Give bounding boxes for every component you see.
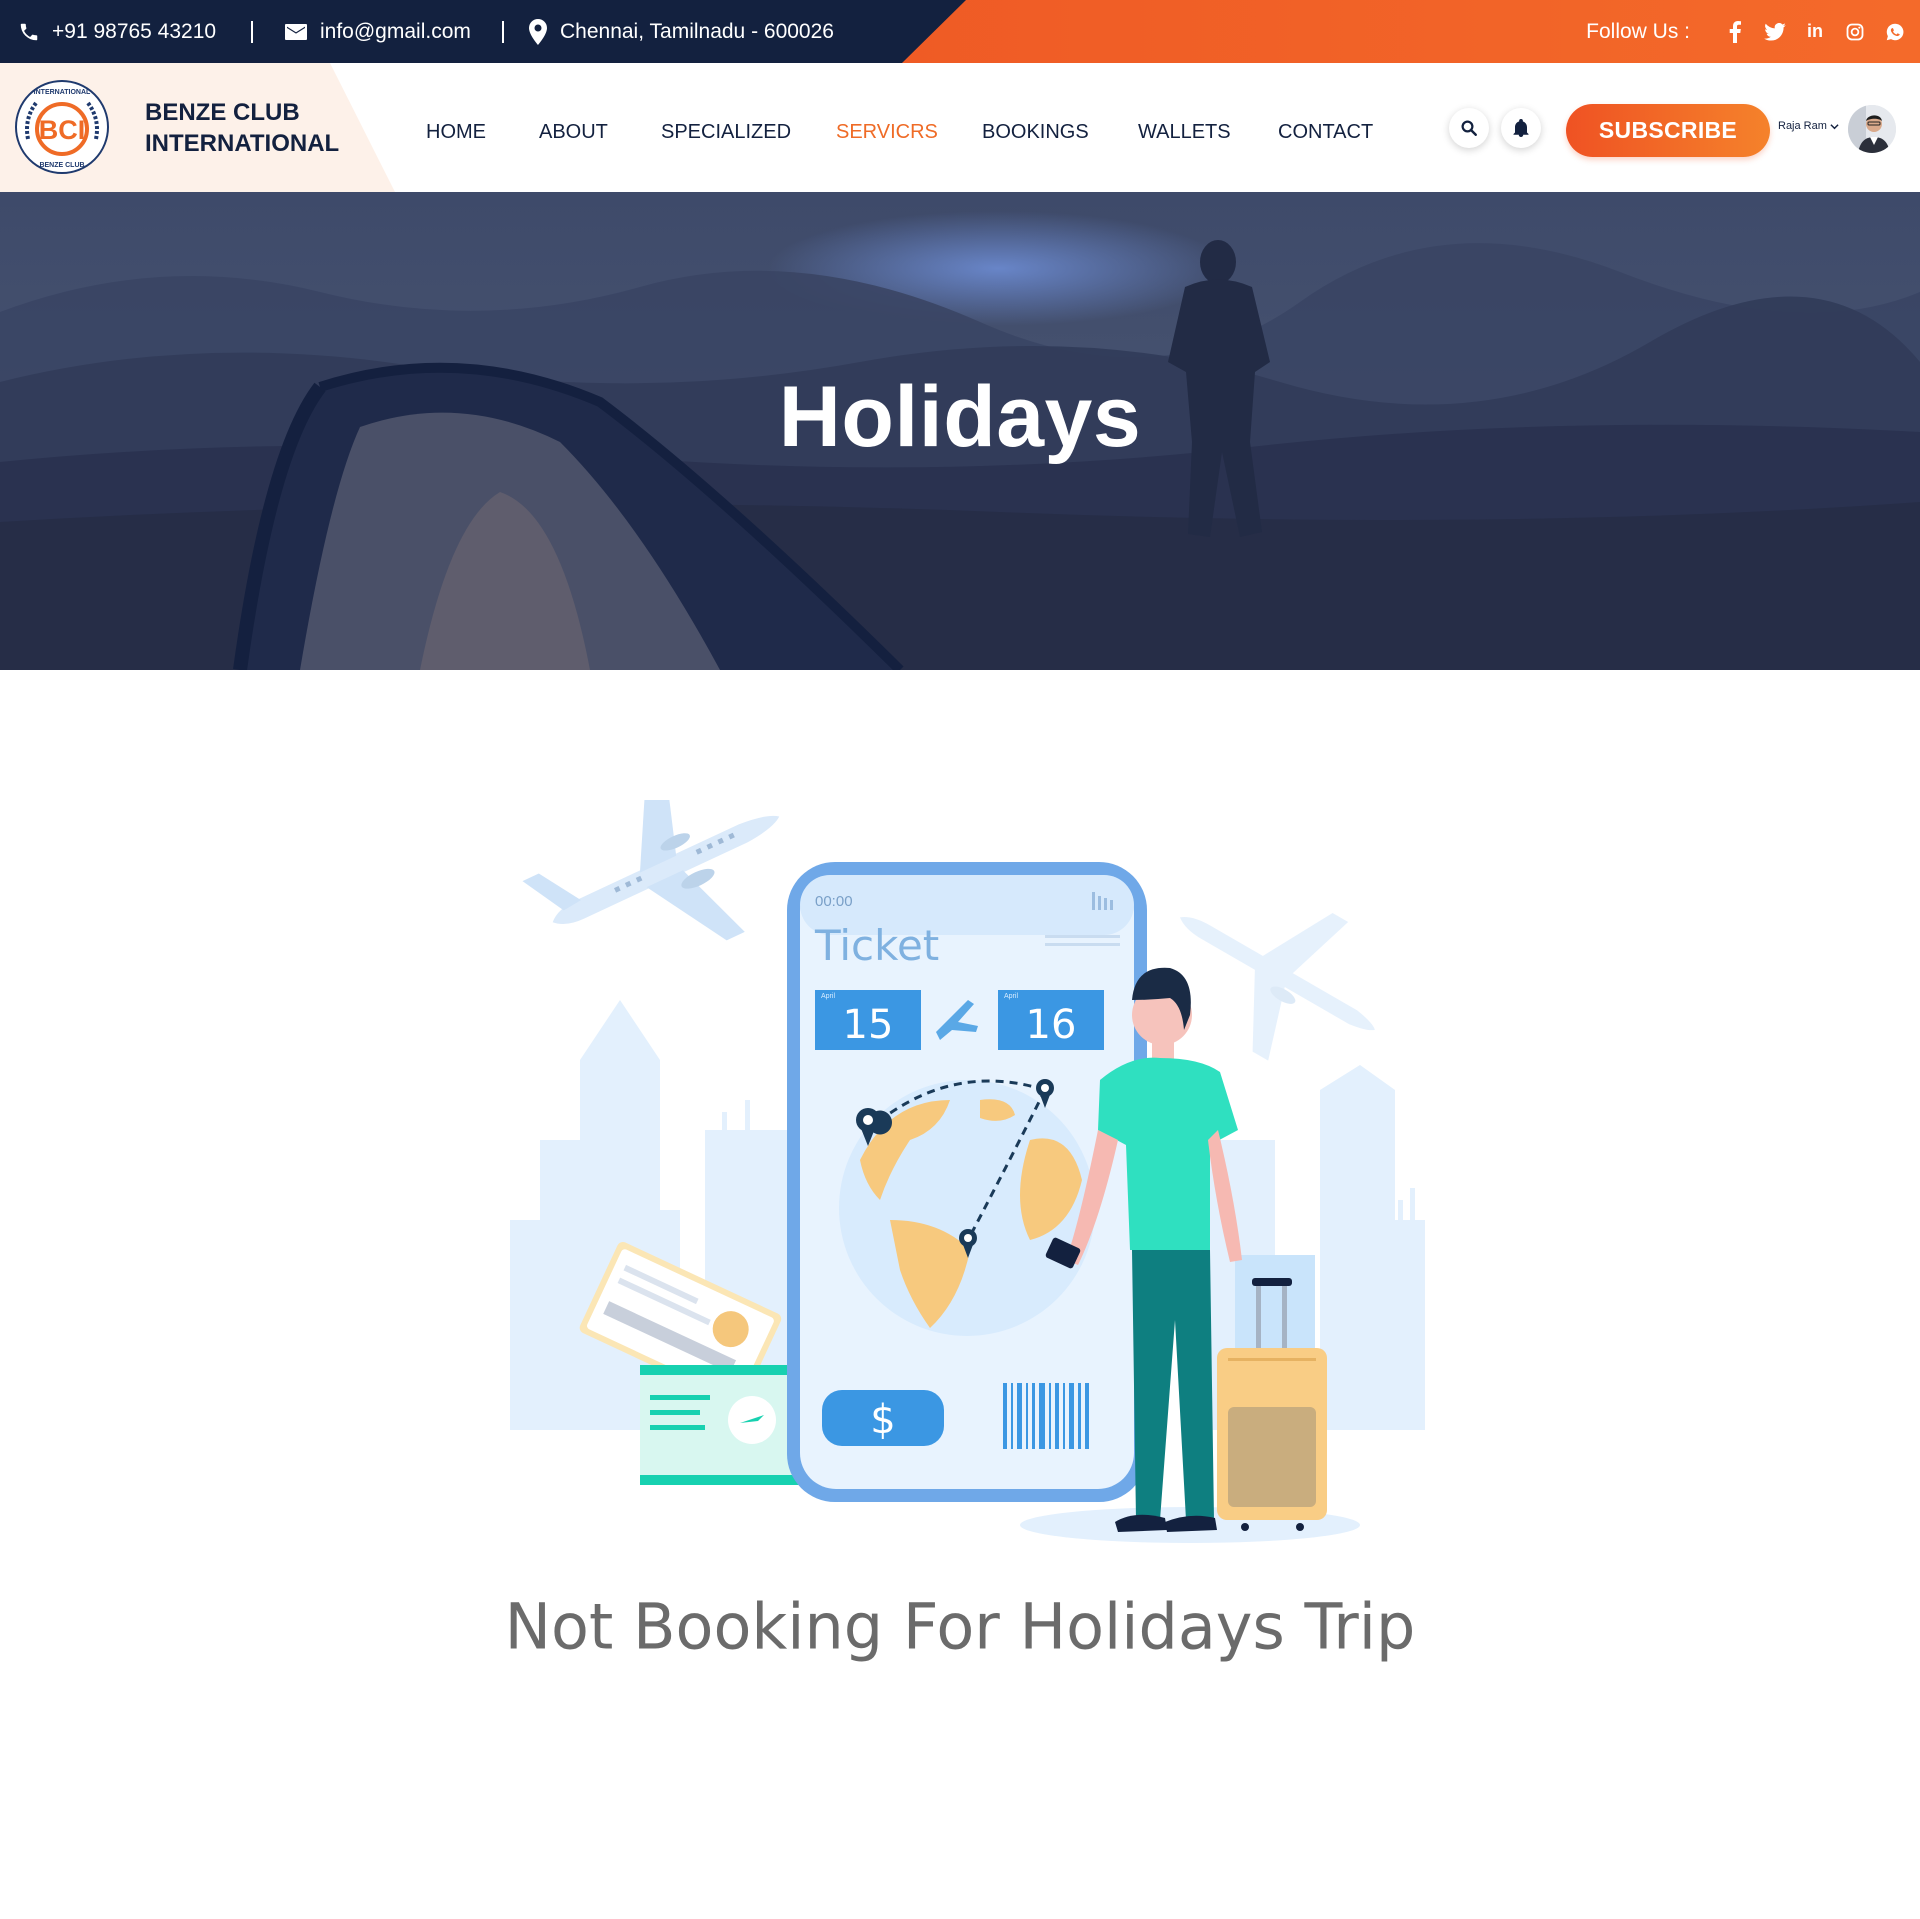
page-title: Holidays: [778, 369, 1142, 465]
phone-contact[interactable]: +91 98765 43210: [18, 0, 216, 63]
nav-contact[interactable]: CONTACT: [1278, 121, 1373, 144]
divider: [251, 21, 253, 43]
hero-banner: Holidays: [0, 192, 1920, 670]
user-menu[interactable]: Raja Ram: [1778, 120, 1839, 132]
email-contact[interactable]: info@gmail.com: [284, 0, 471, 63]
address-text: Chennai, Tamilnadu - 600026: [560, 19, 834, 43]
facebook-icon[interactable]: [1724, 20, 1746, 43]
date-to: 16: [1026, 1002, 1077, 1048]
whatsapp-icon[interactable]: [1884, 21, 1906, 43]
divider: [502, 21, 504, 43]
user-name: Raja Ram: [1778, 120, 1827, 132]
empty-state-message: Not Booking For Holidays Trip: [0, 1589, 1920, 1664]
search-icon: [1461, 120, 1477, 136]
social-follow: Follow Us : in: [1586, 0, 1920, 63]
nav-about[interactable]: ABOUT: [539, 121, 608, 144]
notification-button[interactable]: [1501, 108, 1541, 148]
subscribe-button[interactable]: SUBSCRIBE: [1566, 104, 1770, 157]
mail-icon: [285, 23, 307, 40]
phone-clock: 00:00: [815, 893, 853, 910]
bell-icon: [1513, 119, 1529, 137]
search-button[interactable]: [1449, 108, 1489, 148]
nav-wallets[interactable]: WALLETS: [1138, 121, 1231, 144]
top-info-bar: +91 98765 43210 info@gmail.com Chennai, …: [0, 0, 1920, 63]
date-to-month: April: [1004, 993, 1018, 1000]
avatar[interactable]: [1848, 105, 1896, 153]
currency-symbol: $: [870, 1397, 895, 1443]
phone-icon: [20, 23, 38, 40]
empty-state-text: Not Booking For Holidays Trip: [504, 1589, 1416, 1664]
main-header: BCI INTERNATIONAL BENZE CLUB BENZE CLUB …: [0, 63, 1920, 192]
nav-home[interactable]: HOME: [426, 121, 486, 144]
club-emblem-logo[interactable]: BCI INTERNATIONAL BENZE CLUB: [14, 79, 110, 175]
date-from: 15: [843, 1002, 894, 1048]
brand-line-2: INTERNATIONAL: [145, 130, 340, 157]
nav-bookings[interactable]: BOOKINGS: [982, 121, 1089, 144]
brand-line-1: BENZE CLUB: [145, 99, 300, 126]
phone-number: +91 98765 43210: [52, 19, 217, 43]
emblem-bottom-text: BENZE CLUB: [39, 162, 84, 169]
emblem-top-text: INTERNATIONAL: [34, 89, 91, 96]
brand-name[interactable]: BENZE CLUB INTERNATIONAL: [145, 97, 339, 159]
travel-booking-illustration: 00:00 Ticket April 15 April 16 $: [510, 800, 1425, 1543]
ticket-heading: Ticket: [814, 921, 939, 970]
instagram-icon[interactable]: [1844, 21, 1866, 43]
follow-label: Follow Us :: [1586, 19, 1690, 43]
twitter-icon[interactable]: [1764, 21, 1786, 43]
airplane-icon: [522, 800, 780, 941]
emblem-initials: BCI: [39, 115, 86, 145]
linkedin-icon[interactable]: in: [1804, 21, 1826, 43]
date-from-month: April: [821, 993, 835, 1000]
nav-specialized[interactable]: SPECIALIZED: [661, 121, 791, 144]
address-contact[interactable]: Chennai, Tamilnadu - 600026: [528, 0, 834, 63]
nav-services[interactable]: SERVICRS: [836, 121, 938, 144]
chevron-down-icon: [1830, 123, 1839, 129]
email-address: info@gmail.com: [320, 19, 471, 43]
location-pin-icon: [529, 18, 547, 45]
